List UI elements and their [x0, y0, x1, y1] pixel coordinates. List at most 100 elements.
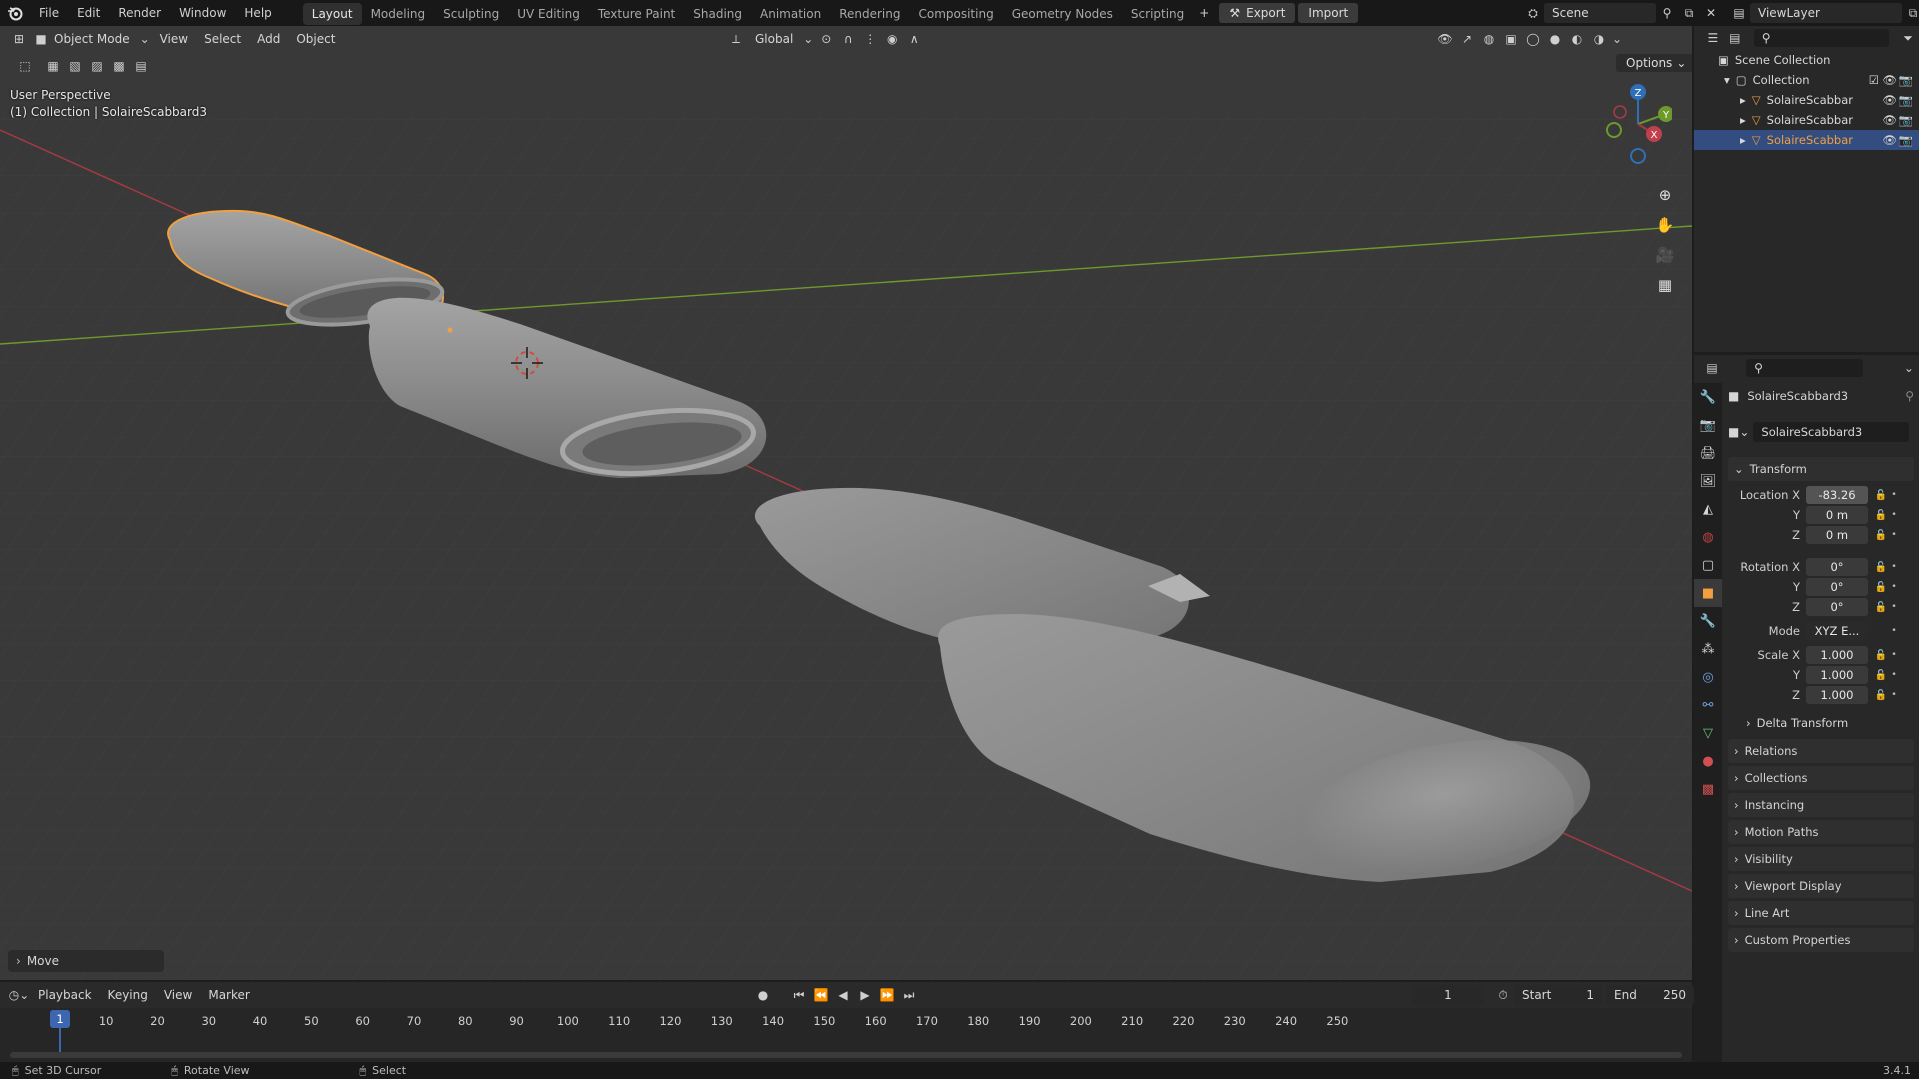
visibility-panel-header[interactable]: › Visibility [1728, 847, 1914, 871]
timeline-editor-icon[interactable]: ◷⌄ [8, 985, 30, 1005]
solid-shading-icon[interactable]: ● [1544, 29, 1566, 49]
outliner-object[interactable]: ▸ ▽ SolaireScabbar 👁 📷 [1694, 90, 1919, 110]
custom-properties-panel-header[interactable]: › Custom Properties [1728, 928, 1914, 952]
3d-viewport[interactable]: ⊞ ■ Object Mode ⌄ View Select Add Object… [0, 26, 1692, 980]
menu-help[interactable]: Help [235, 0, 280, 26]
ortho-grid-icon[interactable]: ▦ [1651, 271, 1679, 299]
menu-object[interactable]: Object [288, 32, 343, 46]
filter-icon[interactable]: ⏷ [1897, 28, 1919, 48]
tab-rendering[interactable]: Rendering [830, 3, 909, 25]
texture-tab-icon[interactable]: ▩ [1694, 775, 1722, 803]
menu-select[interactable]: Select [196, 32, 249, 46]
next-keyframe-icon[interactable]: ⏩ [876, 985, 898, 1005]
chevron-right-icon[interactable]: ▸ [1740, 130, 1746, 150]
lock-icon[interactable]: 🔓 [1874, 690, 1888, 701]
prev-keyframe-icon[interactable]: ⏪ [810, 985, 832, 1005]
collection-tab-icon[interactable]: ▢ [1694, 551, 1722, 579]
chevron-down-icon[interactable]: ▾ [1724, 70, 1730, 90]
checkbox-icon[interactable]: ☑ [1869, 70, 1879, 90]
render-tab-icon[interactable]: 📷 [1694, 411, 1722, 439]
menu-marker[interactable]: Marker [200, 988, 257, 1002]
camera-icon[interactable]: 📷 [1899, 70, 1913, 90]
new-view-layer-icon[interactable]: ⧉ [1902, 3, 1919, 23]
menu-render[interactable]: Render [109, 0, 170, 26]
tab-geometry-nodes[interactable]: Geometry Nodes [1003, 3, 1122, 25]
particles-tab-icon[interactable]: ⁂ [1694, 635, 1722, 663]
play-reverse-icon[interactable]: ◀ [832, 985, 854, 1005]
world-tab-icon[interactable]: ◍ [1694, 523, 1722, 551]
outliner-object-selected[interactable]: ▸ ▽ SolaireScabbar 👁 📷 [1694, 130, 1919, 150]
wireframe-shading-icon[interactable]: ◯ [1522, 29, 1544, 49]
eye-icon[interactable]: 👁 [1882, 70, 1897, 90]
tool-select-icon[interactable]: ⬚ [14, 56, 36, 76]
lock-icon[interactable]: 🔓 [1874, 510, 1888, 521]
view-layer-field[interactable]: ViewLayer [1750, 3, 1902, 23]
display-mode-icon[interactable]: ▤ [1724, 28, 1746, 48]
scale-x-field[interactable]: 1.000 [1806, 646, 1868, 664]
timeline-scrollbar[interactable] [10, 1052, 1682, 1058]
lock-icon[interactable]: 🔓 [1874, 490, 1888, 501]
snap-target-icon[interactable]: ⋮ [859, 29, 881, 49]
chevron-right-icon[interactable]: ▸ [1740, 90, 1746, 110]
object-name-field[interactable]: SolaireScabbard3 [1753, 422, 1910, 442]
play-icon[interactable]: ▶ [854, 985, 876, 1005]
outliner-collection[interactable]: ▾ ▢ Collection ☑ 👁 📷 [1694, 70, 1919, 90]
eye-icon[interactable]: 👁 [1882, 90, 1897, 110]
playhead[interactable]: 1 [50, 1010, 70, 1028]
menu-timeline-view[interactable]: View [156, 988, 200, 1002]
lock-icon[interactable]: 🔓 [1874, 582, 1888, 593]
select-subtract-icon[interactable]: ▨ [86, 56, 108, 76]
pin-icon[interactable]: ⚲ [1656, 3, 1678, 23]
material-tab-icon[interactable]: ● [1694, 747, 1722, 775]
select-intersect-icon[interactable]: ▤ [130, 56, 152, 76]
menu-edit[interactable]: Edit [68, 0, 109, 26]
lock-icon[interactable]: 🔓 [1874, 562, 1888, 573]
keyframe-dot-icon[interactable]: • [1888, 670, 1900, 680]
select-extend-icon[interactable]: ▧ [64, 56, 86, 76]
data-tab-icon[interactable]: ▽ [1694, 719, 1722, 747]
modifier-tab-icon[interactable]: 🔧 [1694, 607, 1722, 635]
viewport-scene[interactable] [0, 26, 1692, 980]
rotation-y-field[interactable]: 0° [1806, 578, 1868, 596]
chevron-down-icon[interactable]: ⌄ [1899, 358, 1919, 378]
keyframe-dot-icon[interactable]: • [1888, 530, 1900, 540]
import-button[interactable]: Import [1298, 3, 1359, 23]
scale-y-field[interactable]: 1.000 [1806, 666, 1868, 684]
timeline-ruler[interactable]: 1 10 20 30 40 50 60 70 80 90 100 110 120 130 140 150 16… [0, 1008, 1692, 1062]
scale-z-field[interactable]: 1.000 [1806, 686, 1868, 704]
current-frame-field[interactable]: 1 [1412, 985, 1484, 1005]
pan-hand-icon[interactable]: ✋ [1651, 211, 1679, 239]
keyframe-dot-icon[interactable]: • [1888, 510, 1900, 520]
record-icon[interactable]: ● [752, 985, 774, 1005]
eye-icon[interactable]: 👁 [1882, 110, 1897, 130]
tab-texture-paint[interactable]: Texture Paint [589, 3, 684, 25]
lock-icon[interactable]: 🔓 [1874, 530, 1888, 541]
location-z-field[interactable]: 0 m [1806, 526, 1868, 544]
delete-scene-icon[interactable]: ✕ [1700, 3, 1722, 23]
timeline[interactable]: ◷⌄ Playback Keying View Marker ● ⏮ ⏪ ◀ ▶… [0, 982, 1694, 1062]
rotation-z-field[interactable]: 0° [1806, 598, 1868, 616]
location-x-field[interactable]: -83.26 [1806, 486, 1868, 504]
camera-icon[interactable]: 📷 [1899, 110, 1913, 130]
last-operator-panel[interactable]: › Move [8, 950, 164, 972]
physics-tab-icon[interactable]: ◎ [1694, 663, 1722, 691]
menu-file[interactable]: File [30, 0, 68, 26]
eye-icon[interactable]: 👁 [1882, 130, 1897, 150]
jump-end-icon[interactable]: ⏭ [898, 985, 920, 1005]
chevron-down-icon[interactable]: ⌄ [1610, 29, 1624, 49]
location-y-field[interactable]: 0 m [1806, 506, 1868, 524]
options-button[interactable]: Options ⌄ [1616, 54, 1692, 72]
keyframe-dot-icon[interactable]: • [1888, 582, 1900, 592]
relations-panel-header[interactable]: › Relations [1728, 739, 1914, 763]
tab-shading[interactable]: Shading [684, 3, 751, 25]
object-tab-icon[interactable]: ■ [1694, 579, 1722, 607]
outliner-scene-collection[interactable]: ▣ Scene Collection [1694, 50, 1919, 70]
proportional-edit-icon[interactable]: ◉ [881, 29, 903, 49]
new-scene-icon[interactable]: ⧉ [1678, 3, 1700, 23]
chevron-right-icon[interactable]: ▸ [1740, 110, 1746, 130]
rotation-mode-dropdown[interactable]: XYZ E... [1806, 622, 1868, 640]
transform-panel-header[interactable]: ⌄ Transform [1728, 457, 1914, 481]
preview-range-icon[interactable]: ⏱ [1492, 985, 1514, 1005]
menu-add[interactable]: Add [249, 32, 288, 46]
blender-logo-icon[interactable] [0, 3, 30, 23]
